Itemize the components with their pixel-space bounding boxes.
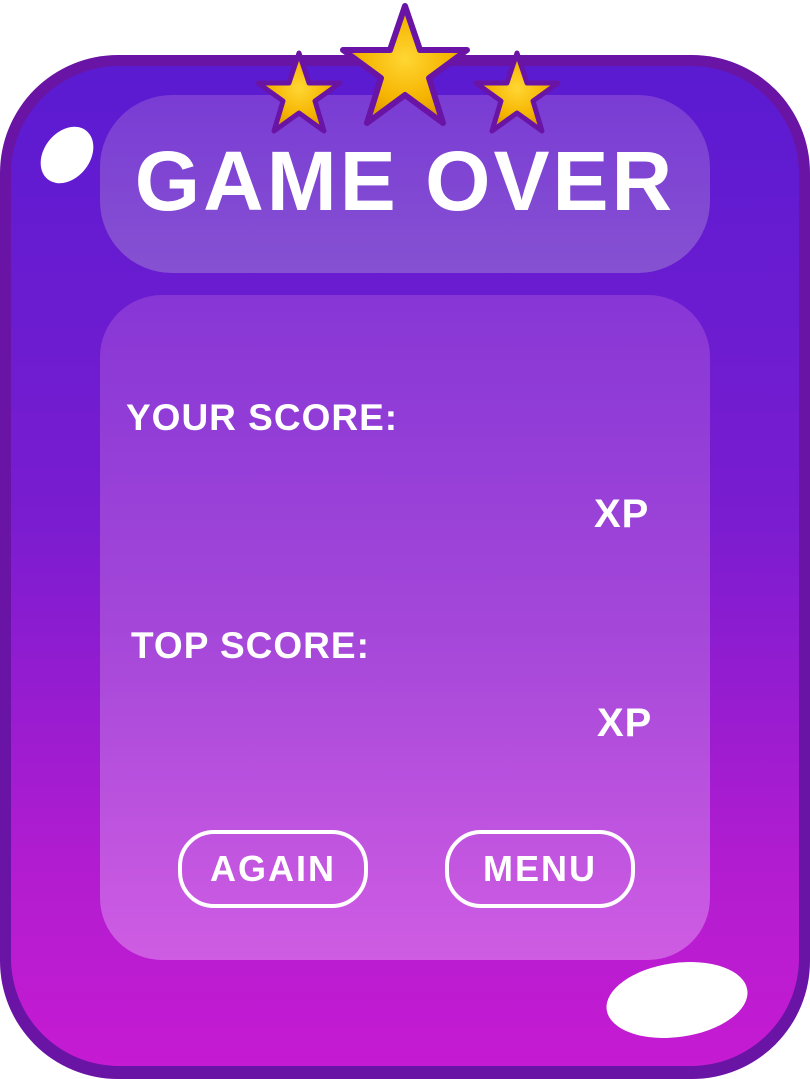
star-rating bbox=[255, 3, 561, 134]
star-icon-center bbox=[340, 3, 470, 126]
again-button[interactable]: AGAIN bbox=[178, 830, 368, 908]
your-score-label: YOUR SCORE: bbox=[126, 397, 399, 438]
star-icon-right bbox=[473, 50, 561, 134]
top-score-unit: XP bbox=[597, 701, 653, 745]
your-score-unit: XP bbox=[594, 492, 650, 536]
top-score-label: TOP SCORE: bbox=[131, 625, 370, 666]
menu-button[interactable]: MENU bbox=[445, 830, 635, 908]
star-icon-left bbox=[255, 50, 343, 134]
